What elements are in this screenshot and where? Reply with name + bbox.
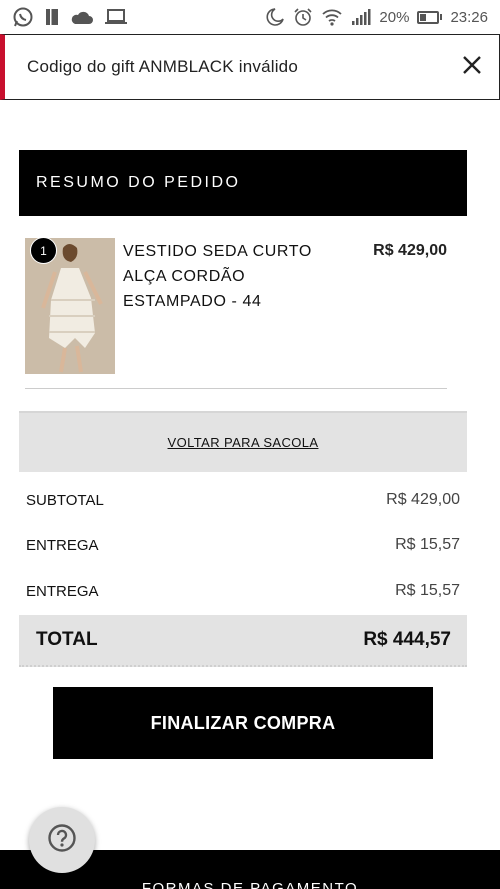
alarm-icon <box>293 7 313 27</box>
signal-icon <box>351 9 371 25</box>
status-left <box>12 6 128 28</box>
status-right: 20% 23:26 <box>263 7 488 27</box>
subtotal-row: SUBTOTAL R$ 429,00 <box>19 477 467 523</box>
back-to-bag-section: VOLTAR PARA SACOLA <box>19 411 467 472</box>
finalize-purchase-button[interactable]: FINALIZAR COMPRA <box>53 687 433 759</box>
order-summary-header: RESUMO DO PEDIDO <box>19 150 467 216</box>
battery-icon <box>417 10 443 24</box>
battery-percent: 20% <box>379 8 410 26</box>
quantity-badge: 1 <box>30 237 57 264</box>
status-bar: 20% 23:26 <box>0 0 500 34</box>
bookmark-icon <box>44 8 60 26</box>
subtotal-value: R$ 429,00 <box>386 491 460 508</box>
shipping-value: R$ 15,57 <box>395 536 460 553</box>
whatsapp-icon <box>12 6 34 28</box>
product-price: R$ 429,00 <box>373 242 447 259</box>
cloud-icon <box>70 9 94 25</box>
moon-icon <box>263 7 285 27</box>
close-icon[interactable] <box>459 52 485 78</box>
total-row: TOTAL R$ 444,57 <box>19 615 467 667</box>
laptop-icon <box>104 8 128 26</box>
cart-item: 1 VESTIDO SEDA CURTO ALÇA CORDÃO ESTAMPA… <box>25 237 447 375</box>
shipping-label: ENTREGA <box>26 536 99 554</box>
shipping-row: ENTREGA R$ 15,57 <box>19 522 467 568</box>
error-alert: Codigo do gift ANMBLACK inválido <box>0 34 500 100</box>
wifi-icon <box>321 8 343 26</box>
clock: 23:26 <box>450 8 488 26</box>
divider <box>25 388 447 389</box>
order-summary-title: RESUMO DO PEDIDO <box>36 174 241 191</box>
alert-message: Codigo do gift ANMBLACK inválido <box>27 57 298 76</box>
shipping-row: ENTREGA R$ 15,57 <box>19 568 467 614</box>
total-value: R$ 444,57 <box>363 629 451 650</box>
payment-methods-title: FORMAS DE PAGAMENTO <box>141 880 359 889</box>
back-to-bag-link[interactable]: VOLTAR PARA SACOLA <box>168 435 319 450</box>
total-label: TOTAL <box>36 629 98 650</box>
shipping-label: ENTREGA <box>26 582 99 600</box>
help-button[interactable] <box>29 807 95 873</box>
shipping-value: R$ 15,57 <box>395 582 460 599</box>
subtotal-label: SUBTOTAL <box>26 491 104 509</box>
product-name: VESTIDO SEDA CURTO ALÇA CORDÃO ESTAMPADO… <box>123 243 312 310</box>
help-icon <box>47 823 77 858</box>
